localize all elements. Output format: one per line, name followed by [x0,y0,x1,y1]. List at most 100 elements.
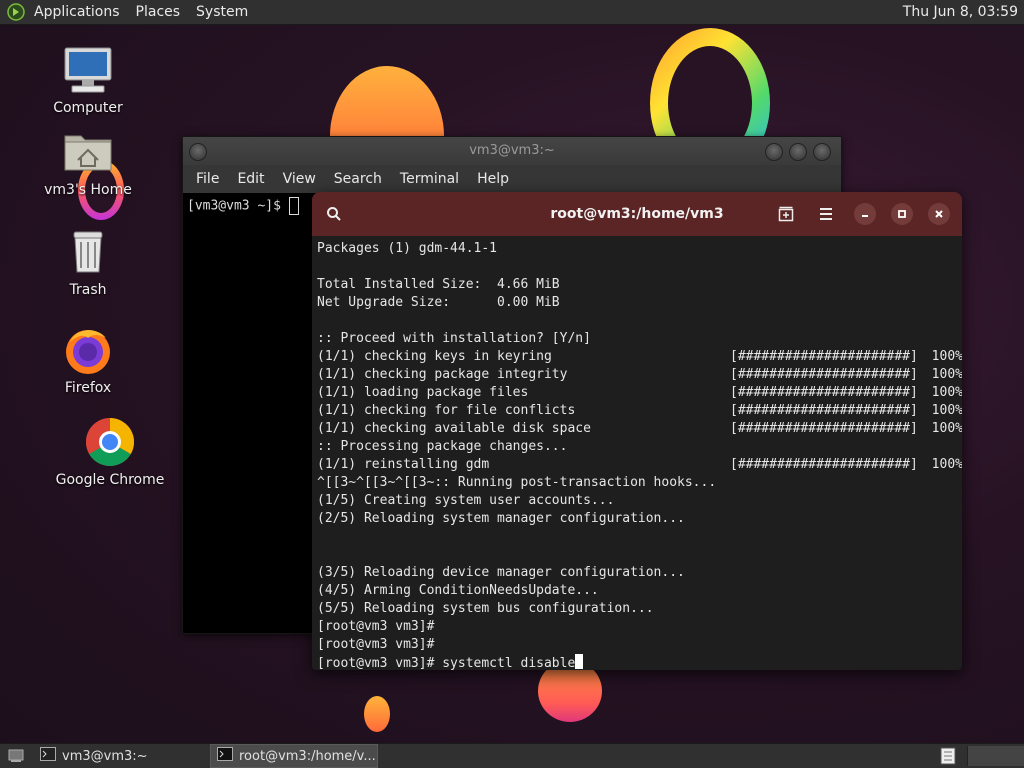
terminal-line-text: (5/5) Reloading system bus configuration… [317,601,654,616]
terminal-line: (1/1) loading package files [############… [317,384,962,402]
places-menu[interactable]: Places [128,0,189,24]
terminal-line: (1/1) reinstalling gdm [#################… [317,456,962,474]
applications-menu[interactable]: Applications [26,0,128,24]
terminal-line: (1/1) checking for file conflicts [######… [317,402,962,420]
terminal-line: (1/1) checking package integrity [#######… [317,366,962,384]
terminal-line-text: (3/5) Reloading device manager configura… [317,565,685,580]
terminal-cursor [575,654,584,669]
terminal-line-text: (4/5) Arming ConditionNeedsUpdate... [317,583,599,598]
mate-terminal-menubar: File Edit View Search Terminal Help [183,165,841,193]
menu-search[interactable]: Search [325,171,391,187]
progress-bar-text: [######################] 100% [730,421,962,436]
terminal-line: (5/5) Reloading system bus configuration… [317,600,962,618]
terminal-line: :: Proceed with installation? [Y/n] [317,330,962,348]
workspace-switcher-icon[interactable] [934,745,962,767]
chrome-icon [84,416,136,468]
terminal-line: (1/5) Creating system user accounts... [317,492,962,510]
menu-file[interactable]: File [187,171,228,187]
terminal-line: ^[[3~^[[3~^[[3~:: Running post-transacti… [317,474,962,492]
menu-view[interactable]: View [274,171,325,187]
terminal-icon [40,747,56,765]
progress-percent: 100% [923,349,962,364]
terminal-line: (4/5) Arming ConditionNeedsUpdate... [317,582,962,600]
terminal-icon [217,747,233,765]
terminal-line-text: :: Processing package changes... [317,439,568,454]
terminal-line-text: (1/5) Creating system user accounts... [317,493,615,508]
taskbar-item-mate-terminal[interactable]: vm3@vm3:~ [34,745,196,767]
terminal-prompt: [vm3@vm3 ~]$ [187,198,289,214]
terminal-line: [root@vm3 vm3]# [317,618,962,636]
progress-percent: 100% [923,403,962,418]
gnome-terminal-headerbar[interactable]: root@vm3:/home/vm3 [312,192,962,236]
terminal-line: Net Upgrade Size: 0.00 MiB [317,294,962,312]
gnome-terminal-window[interactable]: root@vm3:/home/vm3 Packages (1) gdm-44.1… [312,192,962,670]
menu-help[interactable]: Help [468,171,518,187]
top-panel: Applications Places System Thu Jun 8, 03… [0,0,1024,25]
mate-terminal-titlebar[interactable]: vm3@vm3:~ [183,137,841,165]
close-icon[interactable] [813,143,831,161]
desktop-icon-label: Firefox [64,380,112,396]
desktop-icon-firefox[interactable]: Firefox [33,324,143,396]
desktop-icon-trash[interactable]: Trash [33,226,143,298]
terminal-prompt-line[interactable]: [root@vm3 vm3]# systemctl disable [317,654,962,670]
terminal-line-text: Net Upgrade Size: 0.00 MiB [317,295,560,310]
desktop-icon-label: Computer [53,100,123,116]
search-icon[interactable] [322,202,346,226]
terminal-line: [root@vm3 vm3]# [317,636,962,654]
terminal-line: Packages (1) gdm-44.1-1 [317,240,962,258]
progress-percent: 100% [923,385,962,400]
window-title: vm3@vm3:~ [469,143,555,158]
desktop-icon-label: vm3's Home [44,182,132,198]
bottom-panel: vm3@vm3:~ root@vm3:/home/v... [0,743,1024,768]
terminal-line-text: Packages (1) gdm-44.1-1 [317,241,498,256]
terminal-line-text: Total Installed Size: 4.66 MiB [317,277,560,292]
clock[interactable]: Thu Jun 8, 03:59 [903,0,1018,24]
gnome-terminal-output[interactable]: Packages (1) gdm-44.1-1 Total Installed S… [312,236,962,670]
progress-bar-text: [######################] 100% [730,349,962,364]
terminal-line-text: (1/1) checking package integrity [317,367,568,382]
taskbar-item-label: root@vm3:/home/v... [239,748,376,764]
trash-icon [62,226,114,278]
workspace-pager[interactable] [967,746,1024,766]
desktop-icon-label: Trash [69,282,107,298]
minimize-icon[interactable] [765,143,783,161]
close-icon[interactable] [928,203,950,225]
maximize-icon[interactable] [891,203,913,225]
terminal-line: (1/1) checking keys in keyring [#########… [317,348,962,366]
desktop-icon-label: Google Chrome [55,472,165,488]
show-desktop-icon[interactable] [0,745,34,767]
terminal-line: (2/5) Reloading system manager configura… [317,510,962,528]
distro-logo-icon[interactable] [6,2,26,22]
new-tab-icon[interactable] [774,202,798,226]
maximize-icon[interactable] [789,143,807,161]
computer-icon [62,44,114,96]
window-menu-icon[interactable] [189,143,207,161]
terminal-line-text: ^[[3~^[[3~^[[3~:: Running post-transacti… [317,475,717,490]
taskbar-item-gnome-terminal[interactable]: root@vm3:/home/v... [210,744,378,768]
terminal-line: :: Processing package changes... [317,438,962,456]
terminal-line: (3/5) Reloading device manager configura… [317,564,962,582]
desktop-icon-chrome[interactable]: Google Chrome [55,416,165,488]
minimize-icon[interactable] [854,203,876,225]
hamburger-menu-icon[interactable] [814,202,838,226]
desktop-icon-home[interactable]: vm3's Home [33,126,143,198]
menu-edit[interactable]: Edit [228,171,273,187]
terminal-prompt: [root@vm3 vm3]# systemctl disable [317,656,576,670]
taskbar-item-label: vm3@vm3:~ [62,748,148,764]
system-menu[interactable]: System [188,0,256,24]
terminal-line-text: (2/5) Reloading system manager configura… [317,511,685,526]
home-folder-icon [62,126,114,178]
menu-terminal[interactable]: Terminal [391,171,468,187]
desktop-icon-computer[interactable]: Computer [33,44,143,116]
terminal-line-text: (1/1) reinstalling gdm [317,457,490,472]
progress-percent: 100% [923,457,962,472]
terminal-line-text: [root@vm3 vm3]# [317,619,435,634]
terminal-line-text: (1/1) checking keys in keyring [317,349,552,364]
terminal-cursor [288,197,299,215]
progress-bar-text: [######################] 100% [730,403,962,418]
terminal-line-text: (1/1) loading package files [317,385,529,400]
